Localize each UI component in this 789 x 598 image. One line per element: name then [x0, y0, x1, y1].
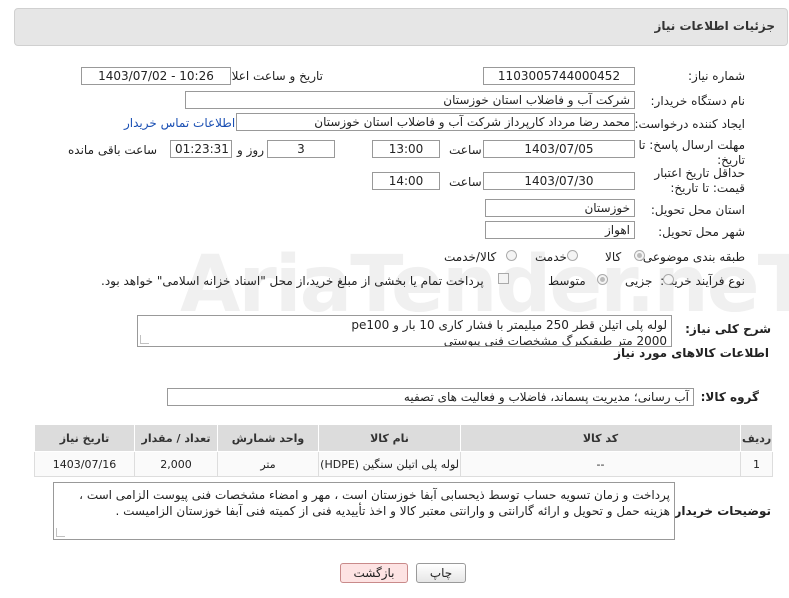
category-goods-service-radio[interactable] — [506, 250, 517, 261]
process-minor-label: جزیی — [625, 274, 653, 288]
days-remaining-field[interactable]: 3 — [267, 140, 335, 158]
time-remaining-label: ساعت باقی مانده — [68, 143, 158, 157]
table-header-row: تاریخ نیاز تعداد / مقدار واحد شمارش نام … — [34, 424, 773, 452]
buyer-notes-line-2: هزینه حمل و تحویل و ارائه گارانتی و وارا… — [115, 504, 670, 518]
city-field[interactable]: اهواز — [485, 221, 635, 239]
deadline-label: مهلت ارسال پاسخ: تا تاریخ: — [638, 138, 745, 167]
col-goods-name: نام کالا — [318, 424, 461, 452]
buyer-notes-label: توضیحات خریدار: — [669, 504, 771, 518]
back-button[interactable]: بازگشت — [340, 563, 408, 583]
deadline-time-label: ساعت — [449, 143, 482, 157]
category-goods-service-label: کالا/خدمت — [444, 250, 497, 264]
city-label: شهر محل تحویل: — [658, 225, 745, 239]
cell-unit: متر — [217, 451, 319, 477]
summary-textarea[interactable]: لوله پلی اتیلن قطر 250 میلیمتر با فشار ک… — [137, 315, 672, 347]
contact-buyer-link[interactable]: اطلاعات تماس خریدار — [124, 116, 235, 130]
category-goods-radio[interactable] — [634, 250, 645, 261]
cell-quantity: 2,000 — [134, 451, 218, 477]
goods-group-label: گروه کالا: — [700, 390, 759, 404]
province-field[interactable]: خوزستان — [485, 199, 635, 217]
col-unit: واحد شمارش — [217, 424, 319, 452]
process-medium-label: متوسط — [548, 274, 586, 288]
col-quantity: تعداد / مقدار — [134, 424, 218, 452]
validity-date-field[interactable]: 1403/07/30 — [483, 172, 635, 190]
treasury-payment-note: پرداخت تمام یا بخشی از مبلغ خرید،از محل … — [101, 274, 484, 288]
goods-section-title: اطلاعات کالاهای مورد نیاز — [614, 346, 769, 360]
creator-label: ایجاد کننده درخواست: — [634, 117, 745, 131]
buyer-notes-line-1: پرداخت و زمان تسویه حساب توسط ذیحسابی آب… — [79, 488, 670, 502]
time-remaining-field[interactable]: 01:23:31 — [170, 140, 232, 158]
col-goods-code: کد کالا — [460, 424, 741, 452]
col-row-number: ردیف — [740, 424, 773, 452]
buyer-label: نام دستگاه خریدار: — [650, 94, 746, 108]
creator-field[interactable]: محمد رضا مرداد کارپرداز شرکت آب و فاضلاب… — [236, 113, 635, 131]
page-header: جزئیات اطلاعات نیاز — [14, 8, 788, 46]
page-title: جزئیات اطلاعات نیاز — [654, 19, 775, 33]
need-number-label: شماره نیاز: — [688, 69, 745, 83]
deadline-time-field[interactable]: 13:00 — [372, 140, 440, 158]
process-medium-radio[interactable] — [597, 274, 608, 285]
summary-line-1: لوله پلی اتیلن قطر 250 میلیمتر با فشار ک… — [351, 318, 667, 332]
treasury-payment-checkbox[interactable] — [498, 273, 509, 284]
summary-label: شرح کلی نیاز: — [685, 322, 771, 336]
category-service-radio[interactable] — [567, 250, 578, 261]
print-button[interactable]: چاپ — [416, 563, 466, 583]
summary-line-2: 2000 متر طبقبکبرگ مشخصات فنی پیوستی — [443, 334, 667, 347]
cell-goods-code: -- — [460, 451, 741, 477]
announce-field[interactable]: 1403/07/02 - 10:26 — [81, 67, 231, 85]
cell-need-date: 1403/07/16 — [34, 451, 135, 477]
buyer-notes-textarea[interactable]: پرداخت و زمان تسویه حساب توسط ذیحسابی آب… — [53, 482, 675, 540]
cell-row-number: 1 — [740, 451, 773, 477]
process-minor-radio[interactable] — [663, 274, 674, 285]
deadline-date-field[interactable]: 1403/07/05 — [483, 140, 635, 158]
goods-group-field[interactable]: آب رسانی؛ مدیریت پسماند، فاضلاب و فعالیت… — [167, 388, 694, 406]
need-number-field[interactable]: 1103005744000452 — [483, 67, 635, 85]
cell-goods-name: لوله پلی اتیلن سنگین (HDPE) صنعتی — [318, 451, 461, 477]
category-label: طبقه بندی موضوعی: — [638, 250, 745, 264]
category-goods-label: کالا — [605, 250, 622, 264]
table-row[interactable]: 1403/07/16 2,000 متر لوله پلی اتیلن سنگی… — [34, 451, 773, 477]
col-need-date: تاریخ نیاز — [34, 424, 135, 452]
category-service-label: خدمت — [535, 250, 567, 264]
validity-label: حداقل تاریخ اعتبار قیمت: تا تاریخ: — [654, 166, 745, 195]
validity-time-label: ساعت — [449, 175, 482, 189]
buyer-field[interactable]: شرکت آب و فاضلاب استان خوزستان — [185, 91, 635, 109]
resize-handle-icon[interactable] — [56, 528, 65, 537]
validity-time-field[interactable]: 14:00 — [372, 172, 440, 190]
days-label: روز و — [237, 143, 264, 157]
province-label: استان محل تحویل: — [650, 203, 745, 217]
resize-handle-icon[interactable] — [140, 335, 149, 344]
goods-table: تاریخ نیاز تعداد / مقدار واحد شمارش نام … — [34, 424, 773, 477]
